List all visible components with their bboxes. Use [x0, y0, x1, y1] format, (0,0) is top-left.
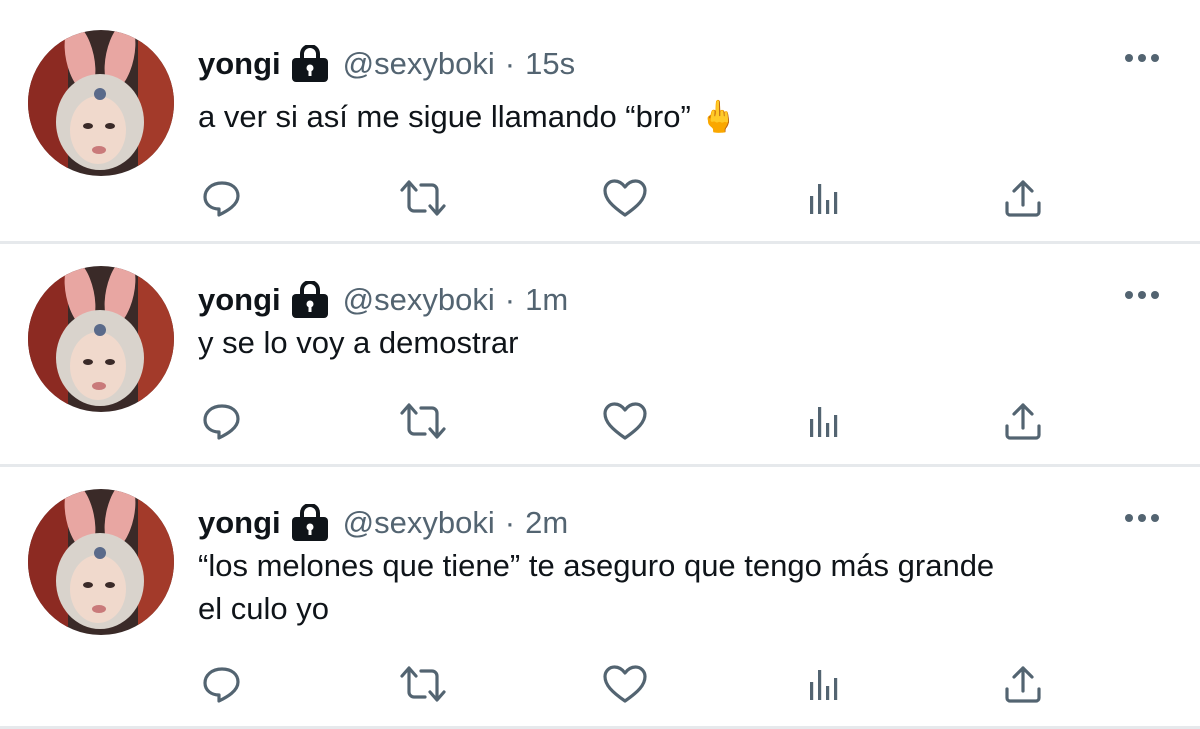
separator-dot: · [504, 505, 516, 540]
tweet[interactable]: yongi @sexyboki · 2m “los melones que ti… [0, 0, 1200, 729]
more-icon [1125, 514, 1159, 522]
tweet-header: yongi @sexyboki · 2m [198, 503, 568, 543]
tweet-text-line: “los melones que tiene” te aseguro que t… [198, 548, 995, 583]
more-button[interactable] [1122, 506, 1162, 530]
analytics-icon [810, 670, 838, 700]
like-button[interactable] [600, 659, 650, 709]
retweet-button[interactable] [398, 659, 448, 709]
reply-icon [203, 667, 240, 703]
heart-icon [603, 665, 647, 703]
tweet-actions [0, 659, 1200, 709]
retweet-icon [400, 666, 446, 702]
share-icon [1005, 666, 1041, 703]
tweet-text: “los melones que tiene” te aseguro que t… [198, 544, 1158, 630]
user-handle[interactable]: @sexyboki [343, 505, 495, 541]
share-button[interactable] [998, 659, 1048, 709]
reply-button[interactable] [197, 659, 247, 709]
avatar[interactable] [28, 489, 174, 635]
views-button[interactable] [797, 659, 847, 709]
tweet-text-line: el culo yo [198, 591, 329, 626]
timeline-feed: yongi @sexyboki · 15s a ver si así me si… [0, 0, 1200, 729]
display-name[interactable]: yongi [198, 505, 281, 541]
lock-icon [289, 504, 331, 542]
timestamp[interactable]: 2m [525, 505, 568, 541]
